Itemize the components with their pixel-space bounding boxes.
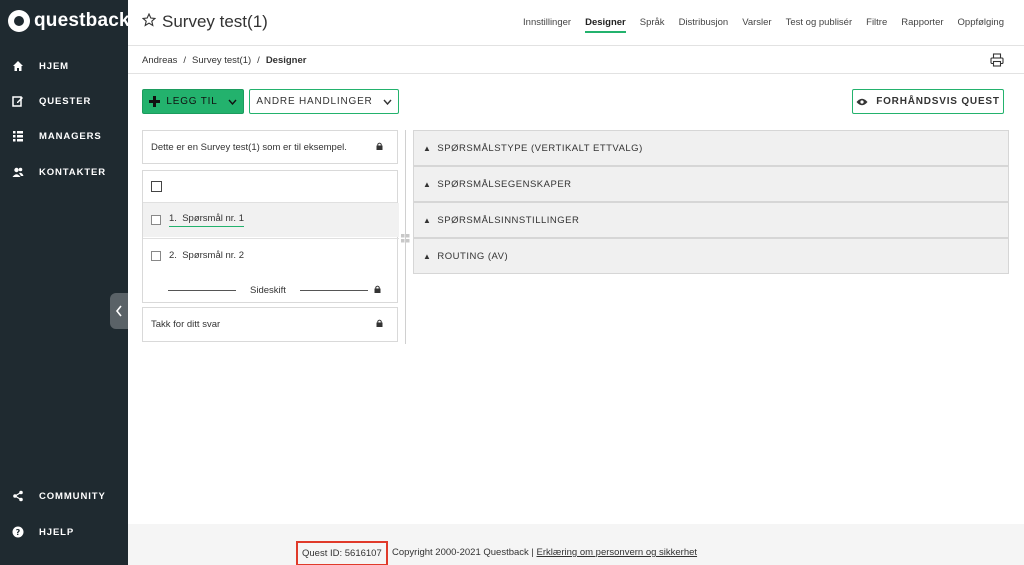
page-break-line	[299, 289, 368, 291]
select-all-checkbox[interactable]	[151, 181, 162, 192]
print-icon[interactable]	[990, 53, 1004, 70]
sidebar-item-label: MANAGERS	[39, 130, 102, 142]
end-page-card[interactable]: Takk for ditt svar	[142, 307, 398, 342]
tab-filtre[interactable]: Filtre	[866, 17, 887, 33]
other-actions-label: ANDRE HANDLINGER	[256, 96, 373, 107]
sidebar-item-label: KONTAKTER	[39, 166, 107, 178]
edit-icon	[12, 95, 24, 107]
accordion-question-properties[interactable]: ▲ SPØRSMÅLSEGENSKAPER	[413, 166, 1009, 202]
breadcrumb-separator: /	[183, 55, 187, 66]
sidebar-item-label: HJELP	[39, 526, 75, 538]
accordion-label: SPØRSMÅLSTYPE (VERTIKALT ETTVALG)	[437, 142, 643, 154]
question-number: 2.	[169, 250, 177, 261]
sidebar-item-label: QUESTER	[39, 95, 92, 107]
logo-icon	[8, 10, 30, 32]
question-label: Spørsmål nr. 1	[182, 213, 244, 224]
page-break-label: Sideskift	[250, 284, 286, 296]
question-item[interactable]: 2. Spørsmål nr. 2	[143, 238, 399, 272]
top-header: Survey test(1) Innstillinger Designer Sp…	[128, 0, 1024, 46]
tab-sprak[interactable]: Språk	[640, 17, 665, 33]
collapse-sidebar-button[interactable]	[110, 293, 128, 329]
footer-separator: |	[531, 547, 534, 558]
page-break-line	[168, 289, 236, 291]
intro-text: Dette er en Survey test(1) som er til ek…	[151, 141, 347, 153]
questback-logo[interactable]: questback	[8, 10, 130, 32]
triangle-up-icon: ▲	[423, 251, 432, 261]
svg-text:?: ?	[16, 528, 21, 537]
chevron-left-icon	[115, 305, 122, 317]
other-actions-button[interactable]: ANDRE HANDLINGER	[249, 89, 399, 114]
sidebar-item-label: HJEM	[39, 60, 69, 72]
privacy-link[interactable]: Erklæring om personvern og sikkerhet	[537, 547, 698, 558]
top-nav: Innstillinger Designer Språk Distribusjo…	[523, 17, 1004, 33]
footer: Quest ID: 5616107 Copyright 2000-2021 Qu…	[128, 524, 1024, 565]
add-button-label: LEGG TIL	[166, 96, 218, 107]
drag-handle-icon[interactable]	[401, 230, 410, 248]
add-button[interactable]: LEGG TIL	[142, 89, 244, 114]
breadcrumb-current: Designer	[265, 55, 307, 66]
preview-button[interactable]: FORHÅNDSVIS QUEST	[852, 89, 1004, 114]
sidebar-item-label: COMMUNITY	[39, 490, 106, 502]
triangle-up-icon: ▲	[423, 143, 432, 153]
end-text: Takk for ditt svar	[151, 319, 221, 330]
sidebar-item-managers[interactable]: MANAGERS	[0, 124, 128, 148]
question-label-wrap: 2. Spørsmål nr. 2	[169, 250, 244, 261]
tab-innstillinger[interactable]: Innstillinger	[523, 17, 571, 33]
page-break: Sideskift	[142, 280, 398, 300]
sidebar-item-community[interactable]: COMMUNITY	[0, 484, 128, 508]
accordion-routing[interactable]: ▲ ROUTING (AV)	[413, 238, 1009, 274]
question-item[interactable]: 1. Spørsmål nr. 1	[143, 203, 399, 237]
accordion-label: ROUTING (AV)	[437, 250, 509, 262]
sidebar-item-hjem[interactable]: HJEM	[0, 54, 128, 78]
list-icon	[12, 130, 24, 142]
question-label-wrap: 1. Spørsmål nr. 1	[169, 213, 244, 227]
breadcrumb-bar: Andreas / Survey test(1) / Designer	[128, 46, 1024, 74]
plus-icon	[149, 96, 161, 107]
tab-distribusjon[interactable]: Distribusjon	[679, 17, 729, 33]
tab-designer[interactable]: Designer	[585, 17, 626, 33]
logo-text: questback	[34, 10, 130, 31]
intro-page-card[interactable]: Dette er en Survey test(1) som er til ek…	[142, 130, 398, 164]
question-checkbox[interactable]	[151, 215, 161, 225]
accordion-label: SPØRSMÅLSEGENSKAPER	[437, 178, 572, 190]
lock-icon	[376, 319, 383, 330]
triangle-up-icon: ▲	[423, 179, 432, 189]
tab-rapporter[interactable]: Rapporter	[901, 17, 943, 33]
share-icon	[12, 490, 24, 502]
sidebar-item-hjelp[interactable]: ? HJELP	[0, 520, 128, 544]
question-label: Spørsmål nr. 2	[182, 250, 244, 261]
designer-area: LEGG TIL ANDRE HANDLINGER FORHÅNDSVIS QU…	[128, 74, 1024, 524]
contacts-icon	[12, 166, 24, 178]
accordion-label: SPØRSMÅLSINNSTILLINGER	[437, 214, 580, 226]
breadcrumb: Andreas / Survey test(1) / Designer	[142, 55, 306, 66]
page-title: Survey test(1)	[162, 12, 268, 31]
chevron-down-icon	[383, 99, 392, 105]
sidebar-item-quester[interactable]: QUESTER	[0, 89, 128, 113]
question-checkbox[interactable]	[151, 250, 161, 261]
quest-id: Quest ID: 5616107	[296, 541, 388, 565]
tab-varsler[interactable]: Varsler	[742, 17, 771, 33]
lock-icon	[374, 285, 381, 296]
triangle-up-icon: ▲	[423, 215, 432, 225]
copyright-text: Copyright 2000-2021 Questback	[392, 547, 529, 558]
breadcrumb-item-user[interactable]: Andreas	[142, 55, 177, 66]
tab-test-og-publiser[interactable]: Test og publisér	[786, 17, 853, 33]
help-icon: ?	[12, 526, 24, 538]
chevron-down-icon	[228, 99, 237, 105]
question-number: 1.	[169, 213, 177, 224]
breadcrumb-separator: /	[257, 55, 260, 66]
home-icon	[12, 60, 24, 72]
footer-copy: Copyright 2000-2021 Questback | Erklærin…	[392, 547, 697, 558]
star-icon[interactable]	[141, 12, 157, 32]
sidebar-item-kontakter[interactable]: KONTAKTER	[0, 160, 128, 184]
accordion-question-type[interactable]: ▲ SPØRSMÅLSTYPE (VERTIKALT ETTVALG)	[413, 130, 1009, 166]
preview-button-label: FORHÅNDSVIS QUEST	[876, 96, 1000, 107]
breadcrumb-item-survey[interactable]: Survey test(1)	[192, 55, 251, 66]
select-all-row	[143, 171, 397, 203]
tab-oppfolging[interactable]: Oppfølging	[958, 17, 1004, 33]
eye-icon	[856, 98, 868, 105]
lock-icon	[376, 142, 383, 153]
sidebar: questback HJEM QUESTER MANAGERS KONTAKTE…	[0, 0, 130, 565]
accordion-question-settings[interactable]: ▲ SPØRSMÅLSINNSTILLINGER	[413, 202, 1009, 238]
